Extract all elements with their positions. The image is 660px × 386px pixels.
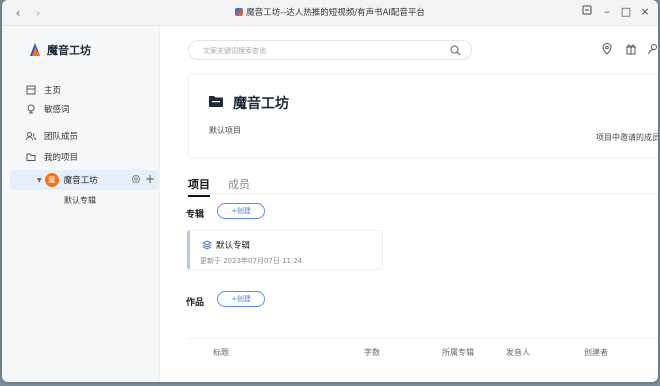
works-section-label: 作品 xyxy=(186,298,205,308)
search-icon[interactable] xyxy=(450,45,461,56)
folder-icon xyxy=(26,152,36,162)
sidebar-item-label: 主页 xyxy=(44,86,62,96)
project-invite-text: 项目中邀请的成员 xyxy=(596,133,658,142)
brand-name: 魔音工坊 xyxy=(47,44,91,57)
layers-icon xyxy=(202,240,212,250)
sidebar-album-item[interactable]: 默认专辑 xyxy=(64,195,96,206)
album-name: 默认专辑 xyxy=(216,241,251,251)
sidebar-item-label: 我的项目 xyxy=(44,153,79,163)
project-settings-icon[interactable] xyxy=(131,174,141,187)
sidebar-item-home[interactable]: 主页 xyxy=(26,82,61,98)
project-description: 默认项目 xyxy=(209,126,241,135)
column-header-title[interactable]: 标题 xyxy=(213,347,229,358)
sidebar-project-row[interactable]: ▼ 魔 魔音工坊 + xyxy=(10,170,158,190)
main-content: 文案关键词搜索查询 魔音工坊 默认项目 项目中邀请的成员 项目 成员 专辑 +创… xyxy=(161,26,658,382)
album-updated: 更新于 2023年07月07日 11:24 xyxy=(200,257,303,265)
home-icon xyxy=(26,85,36,95)
tab-divider xyxy=(188,193,658,194)
create-album-button[interactable]: +创建 xyxy=(217,203,265,219)
albums-section-label: 专辑 xyxy=(186,210,205,220)
window-title-text: 魔音工坊--达人热推的短视频/有声书AI配音平台 xyxy=(246,8,425,18)
create-work-button[interactable]: +创建 xyxy=(217,291,265,307)
column-header-creator[interactable]: 创建者 xyxy=(584,347,608,358)
sidebar-item-sensitive-words[interactable]: 敏感词 xyxy=(26,101,70,117)
maximize-icon[interactable]: □ xyxy=(619,5,633,18)
column-header-speaker[interactable]: 发音人 xyxy=(506,347,530,358)
search-input[interactable]: 文案关键词搜索查询 xyxy=(203,46,266,56)
add-project-button[interactable]: + xyxy=(145,172,155,186)
column-header-word-count[interactable]: 字数 xyxy=(364,347,380,358)
project-avatar: 魔 xyxy=(44,173,59,187)
team-icon xyxy=(26,131,36,141)
app-logo-icon xyxy=(235,8,244,16)
sidebar-item-label: 敏感词 xyxy=(44,105,70,115)
title-bar: ‹ › 魔音工坊--达人热推的短视频/有声书AI配音平台 – □ × xyxy=(2,0,658,26)
window-title: 魔音工坊--达人热推的短视频/有声书AI配音平台 xyxy=(2,6,658,18)
gift-icon[interactable] xyxy=(625,43,637,55)
search-box[interactable]: 文案关键词搜索查询 xyxy=(188,40,472,60)
project-card: 魔音工坊 默认项目 项目中邀请的成员 xyxy=(188,74,658,158)
collapse-caret-icon[interactable]: ▼ xyxy=(37,177,42,184)
pin-icon[interactable] xyxy=(580,5,594,18)
sidebar-item-my-projects[interactable]: 我的项目 xyxy=(26,149,78,165)
column-header-album[interactable]: 所属专辑 xyxy=(442,347,474,358)
app-window: ‹ › 魔音工坊--达人热推的短视频/有声书AI配音平台 – □ × 魔音工坊 … xyxy=(2,0,658,382)
sidebar: 魔音工坊 主页 敏感词 团队成员 我的项目 ▼ 魔 魔音工坊 + 默认专辑 xyxy=(2,26,160,382)
location-icon[interactable] xyxy=(601,43,613,55)
brand[interactable]: 魔音工坊 xyxy=(28,41,91,59)
sidebar-item-team[interactable]: 团队成员 xyxy=(26,128,78,144)
sensitive-word-icon xyxy=(26,104,36,114)
user-icon[interactable] xyxy=(648,43,658,55)
project-name: 魔音工坊 xyxy=(63,176,98,186)
close-icon[interactable]: × xyxy=(638,5,652,18)
sidebar-item-label: 团队成员 xyxy=(44,132,79,142)
folder-icon xyxy=(209,96,223,107)
minimize-icon[interactable]: – xyxy=(600,5,614,18)
works-table-header: 标题 字数 所属专辑 发音人 创建者 xyxy=(188,338,658,364)
project-title: 魔音工坊 xyxy=(233,96,289,112)
brand-logo-icon xyxy=(30,43,40,56)
album-card[interactable]: 默认专辑 更新于 2023年07月07日 11:24 xyxy=(187,230,383,270)
